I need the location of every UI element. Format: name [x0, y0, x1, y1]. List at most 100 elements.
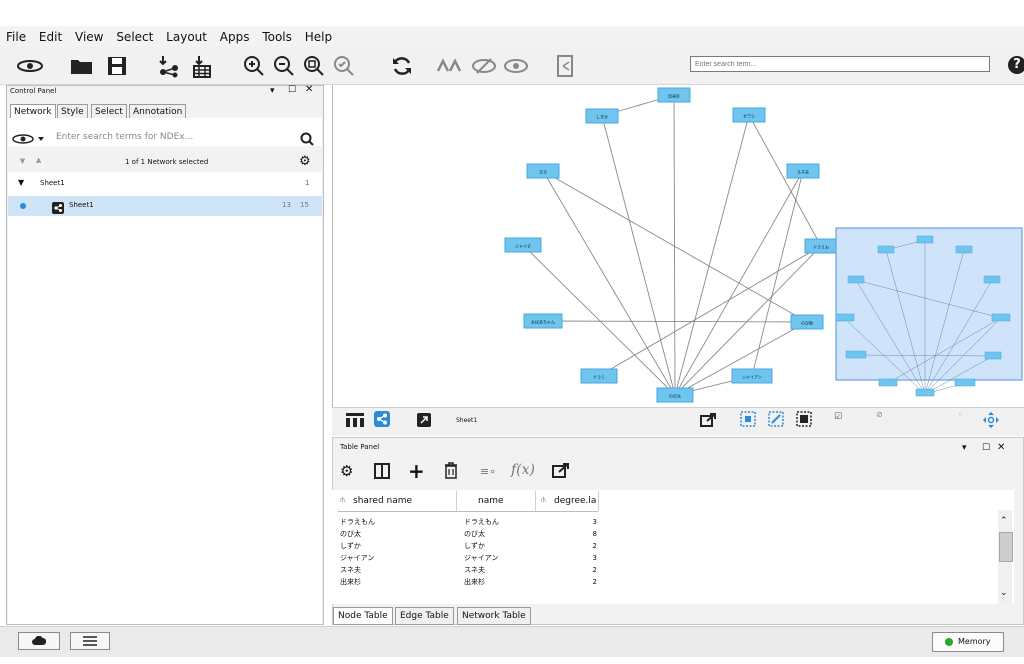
table-panel-menu-icon[interactable]: ▾ — [962, 443, 967, 453]
menu-select[interactable]: Select — [110, 26, 156, 44]
gear-icon[interactable]: ⚙ — [299, 154, 311, 169]
select-nodes-icon[interactable] — [740, 411, 756, 431]
table-cell[interactable]: ジャイアン — [464, 552, 534, 564]
column-header[interactable]: shared name — [353, 496, 412, 506]
tab-network-table[interactable]: Network Table — [457, 607, 531, 625]
show-columns-icon[interactable] — [374, 463, 390, 483]
collapse-all-icon[interactable]: ⩔ — [20, 156, 25, 166]
collection-name[interactable]: Sheet1 — [40, 179, 65, 187]
table-cell[interactable]: ジャイアン — [340, 552, 450, 564]
panel-menu-icon[interactable]: ▾ — [270, 86, 275, 96]
delete-column-icon[interactable] — [444, 462, 458, 483]
hide-show-icon[interactable]: ⊘ — [876, 410, 883, 419]
table-cell[interactable]: のび太 — [340, 528, 450, 540]
network-canvas[interactable]: 出来杉 しずか セワシ 玉子 スネ夫 ジャイ子 ドラえも おばあちゃん のび助 … — [333, 85, 1024, 407]
node[interactable]: ドラミ — [580, 368, 618, 384]
table-row[interactable]: ドラえもん のび太 しずか ジャイアン スネ夫 出来杉 — [340, 516, 450, 588]
table-cell[interactable]: しずか — [340, 540, 450, 552]
help-icon[interactable]: ? — [1008, 56, 1024, 74]
export-table-icon[interactable] — [552, 462, 570, 482]
link-icon[interactable]: ≡∘ — [480, 465, 496, 478]
table-gear-icon[interactable]: ⚙ — [340, 462, 353, 480]
zoom-out-icon[interactable] — [270, 52, 298, 80]
network-overview[interactable] — [835, 227, 1023, 397]
table-cell[interactable]: 2 — [585, 576, 597, 588]
stepper-icon[interactable]: ◦ — [958, 410, 963, 419]
refresh-icon[interactable] — [388, 52, 416, 80]
task-list-button[interactable] — [70, 632, 110, 650]
ndex-icon[interactable] — [16, 52, 44, 80]
float-icon[interactable]: ☐ — [288, 85, 296, 95]
export-image-icon[interactable] — [700, 412, 716, 431]
add-column-icon[interactable]: + — [408, 459, 425, 483]
close-icon[interactable]: ✕ — [305, 84, 313, 95]
menu-apps[interactable]: Apps — [214, 26, 253, 44]
node[interactable]: 出来杉 — [657, 87, 691, 103]
node[interactable]: ジャイ子 — [504, 237, 542, 253]
node[interactable]: おばあちゃん — [523, 313, 563, 329]
open-folder-icon[interactable] — [68, 52, 96, 80]
ndex-menu-icon[interactable] — [12, 131, 48, 150]
tab-annotation[interactable]: Annotation — [129, 104, 187, 119]
annotation-checkbox-icon[interactable]: ☑ — [834, 412, 842, 422]
table-cell[interactable]: ドラえもん — [340, 516, 450, 528]
zoom-selected-icon[interactable] — [330, 52, 358, 80]
ndex-search-input[interactable]: Enter search terms for NDEx... — [56, 128, 292, 146]
show-icon[interactable] — [470, 52, 498, 80]
menu-file[interactable]: File — [0, 26, 29, 44]
eye-icon[interactable] — [502, 52, 530, 80]
menu-view[interactable]: View — [69, 26, 106, 44]
expand-all-icon[interactable]: ⩓ — [36, 156, 41, 166]
table-cell[interactable]: 3 — [585, 552, 597, 564]
select-edges-icon[interactable] — [768, 411, 784, 431]
memory-button[interactable]: Memory — [932, 632, 1004, 652]
table-float-icon[interactable]: ☐ — [982, 443, 990, 453]
node[interactable]: のび助 — [790, 314, 824, 330]
table-cell[interactable]: 3 — [585, 516, 597, 528]
table-cell[interactable]: 出来杉 — [464, 576, 534, 588]
table-cell[interactable]: 8 — [585, 528, 597, 540]
table-cell[interactable]: のび太 — [464, 528, 534, 540]
export-icon[interactable] — [552, 52, 580, 80]
network-view[interactable]: 出来杉 しずか セワシ 玉子 スネ夫 ジャイ子 ドラえも おばあちゃん のび助 … — [332, 85, 1024, 407]
table-cell[interactable]: しずか — [464, 540, 534, 552]
node[interactable]: 玉子 — [526, 163, 560, 179]
search-icon[interactable] — [300, 131, 314, 150]
import-table-icon[interactable] — [188, 52, 216, 80]
grid-view-icon[interactable] — [346, 412, 364, 431]
node[interactable]: のび太 — [656, 387, 694, 403]
scroll-down-icon[interactable]: ⌄ — [1000, 588, 1008, 598]
menu-layout[interactable]: Layout — [160, 26, 210, 44]
menu-tools[interactable]: Tools — [256, 26, 295, 44]
import-network-icon[interactable] — [155, 52, 183, 80]
tab-select[interactable]: Select — [91, 104, 127, 119]
tab-node-table[interactable]: Node Table — [333, 607, 393, 625]
select-annotations-icon[interactable] — [796, 411, 812, 431]
node[interactable]: しずか — [585, 108, 619, 124]
table-cell[interactable]: スネ夫 — [464, 564, 534, 576]
table-cell[interactable]: ドラえもん — [464, 516, 534, 528]
node[interactable]: ジャイアン — [731, 368, 773, 384]
search-input[interactable] — [690, 56, 990, 72]
network-view-icon[interactable] — [374, 411, 390, 431]
hide-icon[interactable] — [435, 52, 463, 80]
zoom-fit-icon[interactable] — [300, 52, 328, 80]
node[interactable]: セワシ — [732, 107, 766, 123]
table-cell[interactable]: 出来杉 — [340, 576, 450, 588]
column-header[interactable]: degree.la — [554, 496, 596, 506]
table-cell[interactable]: 2 — [585, 540, 597, 552]
tab-style[interactable]: Style — [57, 104, 88, 119]
node[interactable]: スネ夫 — [786, 163, 820, 179]
table-cell[interactable]: スネ夫 — [340, 564, 450, 576]
tab-network[interactable]: Network — [10, 104, 56, 119]
save-icon[interactable] — [103, 52, 131, 80]
table-row[interactable]: 3 8 2 3 2 2 — [585, 516, 597, 588]
menu-help[interactable]: Help — [299, 26, 335, 44]
zoom-in-icon[interactable] — [240, 52, 268, 80]
detach-view-icon[interactable] — [417, 412, 431, 431]
table-close-icon[interactable]: ✕ — [997, 442, 1005, 453]
navigate-icon[interactable] — [982, 411, 1000, 433]
scroll-thumb[interactable] — [999, 532, 1013, 562]
tab-edge-table[interactable]: Edge Table — [395, 607, 454, 625]
node[interactable]: ドラえも — [804, 238, 838, 254]
